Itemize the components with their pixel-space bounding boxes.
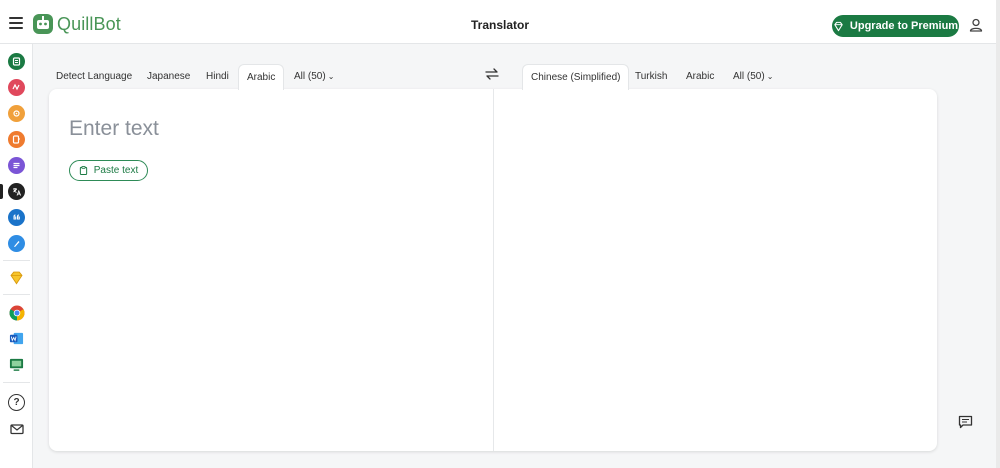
help-icon[interactable]: ? — [8, 394, 25, 411]
plagiarism-checker-icon[interactable] — [8, 131, 25, 148]
brand-name: QuillBot — [57, 13, 121, 34]
source-tab-arabic[interactable]: Arabic — [238, 64, 285, 90]
grammar-checker-icon[interactable] — [8, 79, 25, 96]
chevron-down-icon: ⌄ — [327, 72, 335, 81]
target-all-label: All (50) — [733, 71, 765, 82]
sidebar-divider — [3, 260, 30, 261]
clipboard-icon — [79, 166, 87, 175]
quillbot-logo[interactable]: QuillBot — [32, 13, 121, 35]
translator-panel: Paste text — [49, 89, 937, 451]
target-tab-arabic[interactable]: Arabic — [678, 64, 722, 90]
mail-icon[interactable] — [8, 420, 25, 437]
paste-text-button[interactable]: Paste text — [69, 160, 148, 181]
page-scrollbar[interactable] — [996, 0, 1000, 468]
target-tab-turkish[interactable]: Turkish — [627, 64, 675, 90]
ai-detector-icon[interactable] — [8, 105, 25, 122]
sidebar-divider — [3, 294, 30, 295]
source-tab-hindi[interactable]: Hindi — [198, 64, 237, 90]
swap-languages-icon[interactable] — [485, 68, 499, 80]
quillbot-flow-icon[interactable] — [8, 235, 25, 252]
source-tab-detect-language[interactable]: Detect Language — [48, 64, 140, 90]
premium-diamond-icon[interactable] — [8, 269, 25, 286]
target-tab-all-languages[interactable]: All (50) ⌄ — [725, 64, 781, 90]
translation-output-area[interactable] — [494, 89, 937, 451]
summarizer-icon[interactable] — [8, 157, 25, 174]
top-bar: QuillBot Translator Upgrade to Premium — [0, 0, 1000, 44]
tool-sidebar: ? — [0, 44, 33, 468]
diamond-icon — [834, 21, 843, 31]
quillbot-logo-icon — [33, 14, 53, 34]
source-tab-japanese[interactable]: Japanese — [139, 64, 198, 90]
source-tab-all-languages[interactable]: All (50) ⌄ — [286, 64, 342, 90]
desktop-app-icon[interactable] — [8, 356, 25, 373]
target-tab-chinese-simplified[interactable]: Chinese (Simplified) — [522, 64, 630, 90]
upgrade-premium-button[interactable]: Upgrade to Premium — [832, 15, 959, 37]
menu-icon[interactable] — [9, 17, 23, 29]
translator-icon[interactable] — [8, 183, 25, 200]
active-tool-indicator — [0, 184, 3, 199]
paraphraser-icon[interactable] — [8, 53, 25, 70]
upgrade-premium-label: Upgrade to Premium — [849, 20, 959, 32]
paste-text-label: Paste text — [93, 165, 139, 176]
user-account-icon[interactable] — [968, 17, 984, 33]
citation-generator-icon[interactable] — [8, 209, 25, 226]
feedback-icon[interactable] — [958, 415, 973, 429]
word-addin-icon[interactable] — [8, 330, 25, 347]
sidebar-divider — [3, 382, 30, 383]
chevron-down-icon: ⌄ — [766, 72, 774, 81]
source-text-input[interactable] — [69, 115, 469, 143]
chrome-extension-icon[interactable] — [8, 304, 25, 321]
source-all-label: All (50) — [294, 71, 326, 82]
